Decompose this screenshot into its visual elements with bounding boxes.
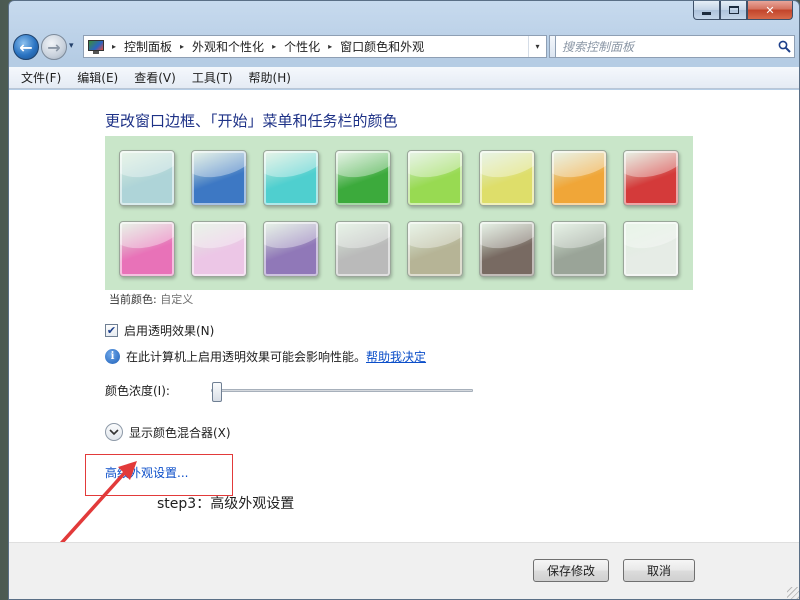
help-me-decide-link[interactable]: 帮助我决定 xyxy=(366,348,426,365)
color-swatch[interactable] xyxy=(551,221,607,277)
search-input[interactable] xyxy=(562,39,774,54)
color-swatch[interactable] xyxy=(263,150,319,206)
maximize-button[interactable] xyxy=(720,1,747,20)
menu-help[interactable]: 帮助(H) xyxy=(241,67,299,88)
color-swatch[interactable] xyxy=(335,221,391,277)
back-arrow-icon: ← xyxy=(19,37,33,57)
control-panel-icon xyxy=(88,39,104,54)
step-annotation: step3：高级外观设置 xyxy=(157,496,295,512)
color-swatch[interactable] xyxy=(335,150,391,206)
color-swatch[interactable] xyxy=(263,221,319,277)
color-swatch[interactable] xyxy=(407,221,463,277)
breadcrumb-arrow-icon[interactable]: ▸ xyxy=(328,42,332,51)
breadcrumb-control-panel[interactable]: 控制面板 xyxy=(124,38,172,55)
color-intensity-slider[interactable] xyxy=(211,382,473,402)
content-area: 更改窗口边框、「开始」菜单和任务栏的颜色 当前颜色: 自定义 ✔ 启用透明效果(… xyxy=(9,90,799,554)
performance-info-text: 在此计算机上启用透明效果可能会影响性能。 xyxy=(126,350,367,364)
control-panel-window: ✕ ← → ▾ ▸ 控制面板 ▸ 外观和个性化 ▸ 个性化 ▸ 窗口颜色和外观 … xyxy=(8,0,800,600)
chevron-down-icon: ▾ xyxy=(535,42,540,51)
breadcrumb-window-color[interactable]: 窗口颜色和外观 xyxy=(340,38,424,55)
forward-arrow-icon: → xyxy=(47,37,61,57)
forward-button[interactable]: → xyxy=(41,34,67,60)
chevron-down-icon: ▾ xyxy=(69,41,74,51)
slider-thumb[interactable] xyxy=(212,382,222,402)
color-swatch[interactable] xyxy=(119,150,175,206)
minimize-icon xyxy=(702,11,711,15)
address-bar[interactable]: ▸ 控制面板 ▸ 外观和个性化 ▸ 个性化 ▸ 窗口颜色和外观 ▾ xyxy=(83,35,547,58)
color-swatch[interactable] xyxy=(191,221,247,277)
breadcrumb-arrow-icon[interactable]: ▸ xyxy=(180,42,184,51)
current-color-value: 自定义 xyxy=(160,293,194,306)
breadcrumb-appearance[interactable]: 外观和个性化 xyxy=(192,38,264,55)
recent-pages-dropdown[interactable]: ▾ xyxy=(69,41,74,51)
resize-grip[interactable] xyxy=(787,587,799,599)
current-color: 当前颜色: 自定义 xyxy=(109,291,193,307)
annotation-arrow xyxy=(51,461,137,554)
cancel-button[interactable]: 取消 xyxy=(623,559,695,582)
save-changes-button[interactable]: 保存修改 xyxy=(533,559,609,582)
color-swatch[interactable] xyxy=(623,221,679,277)
color-mixer-label[interactable]: 显示颜色混合器(X) xyxy=(129,424,231,441)
menu-file[interactable]: 文件(F) xyxy=(13,67,69,88)
color-swatch[interactable] xyxy=(479,221,535,277)
breadcrumb-arrow-icon[interactable]: ▸ xyxy=(272,42,276,51)
back-button[interactable]: ← xyxy=(13,34,39,60)
color-swatch[interactable] xyxy=(479,150,535,206)
minimize-button[interactable] xyxy=(693,1,720,20)
info-icon: i xyxy=(105,349,120,364)
breadcrumb: ▸ 控制面板 ▸ 外观和个性化 ▸ 个性化 ▸ 窗口颜色和外观 xyxy=(104,38,424,55)
performance-info: i 在此计算机上启用透明效果可能会影响性能。 帮助我决定 xyxy=(105,348,426,365)
maximize-icon xyxy=(728,6,739,14)
search-box[interactable] xyxy=(555,35,795,58)
current-color-label: 当前颜色: xyxy=(109,293,157,306)
navigation-bar: ← → ▾ ▸ 控制面板 ▸ 外观和个性化 ▸ 个性化 ▸ 窗口颜色和外观 ▾ xyxy=(9,31,799,63)
color-swatch[interactable] xyxy=(119,221,175,277)
color-intensity-label: 颜色浓度(I): xyxy=(105,384,170,398)
close-icon: ✕ xyxy=(765,3,775,17)
breadcrumb-arrow-icon[interactable]: ▸ xyxy=(112,42,116,51)
breadcrumb-personalization[interactable]: 个性化 xyxy=(284,38,320,55)
color-swatch-grid xyxy=(105,136,693,290)
menu-bar: 文件(F) 编辑(E) 查看(V) 工具(T) 帮助(H) xyxy=(9,67,799,89)
transparency-label[interactable]: 启用透明效果(N) xyxy=(124,322,214,339)
color-swatch[interactable] xyxy=(551,150,607,206)
address-history-dropdown[interactable]: ▾ xyxy=(528,36,546,57)
color-swatch[interactable] xyxy=(407,150,463,206)
caption-buttons: ✕ xyxy=(693,1,793,21)
close-button[interactable]: ✕ xyxy=(747,1,793,20)
checkmark-icon: ✔ xyxy=(106,324,117,337)
color-swatch[interactable] xyxy=(623,150,679,206)
color-mixer-toggle[interactable]: 显示颜色混合器(X) xyxy=(105,423,231,441)
transparency-option[interactable]: ✔ 启用透明效果(N) xyxy=(105,322,214,339)
transparency-checkbox[interactable]: ✔ xyxy=(105,324,118,337)
search-icon[interactable] xyxy=(774,40,794,53)
menu-edit[interactable]: 编辑(E) xyxy=(69,67,126,88)
menu-view[interactable]: 查看(V) xyxy=(126,67,184,88)
menu-tools[interactable]: 工具(T) xyxy=(184,67,241,88)
button-bar: 保存修改 取消 xyxy=(9,542,799,599)
chevron-down-icon[interactable] xyxy=(105,423,123,441)
page-title: 更改窗口边框、「开始」菜单和任务栏的颜色 xyxy=(105,112,398,130)
color-swatch[interactable] xyxy=(191,150,247,206)
